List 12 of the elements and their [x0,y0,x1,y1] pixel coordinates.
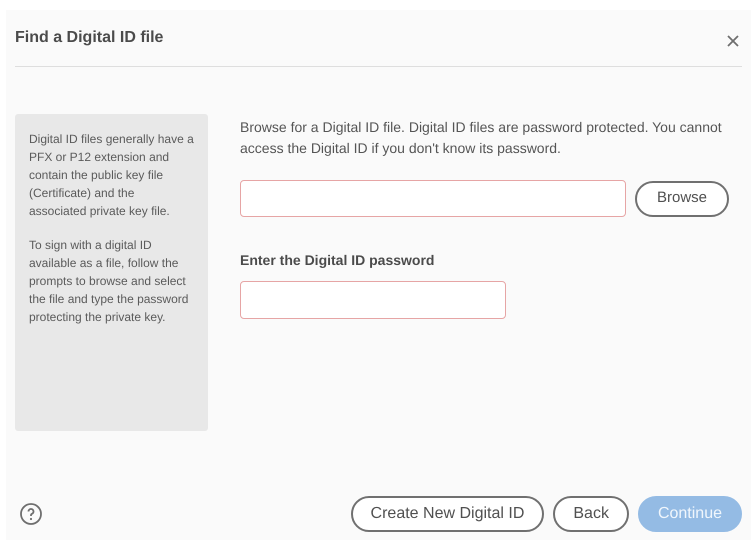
footer-button[interactable]: Back [553,496,629,532]
info-text: To sign with a digital ID available as a file, follow the prompts to browse and select the file and type the password protecting the private key. [29,237,190,326]
footer-button[interactable]: Create New Digital ID [350,496,544,532]
browse-button[interactable]: Browse [635,180,729,216]
password-field[interactable] [240,281,506,319]
help-icon[interactable] [19,502,43,526]
info-text: Digital ID files generally have a PFX or P12 extension and contain the public key file (Certificate) and the associated private key file. [29,131,194,220]
close-icon[interactable] [726,34,740,48]
password-label: Enter the Digital ID password [240,251,436,270]
instructions-text: Browse for a Digital ID file. Digital ID files are password protected. You cannot access the Digital ID if you don't know its password. [240,118,723,158]
file-path-field[interactable] [240,180,626,217]
dialog-title: Find a Digital ID file [15,28,164,48]
